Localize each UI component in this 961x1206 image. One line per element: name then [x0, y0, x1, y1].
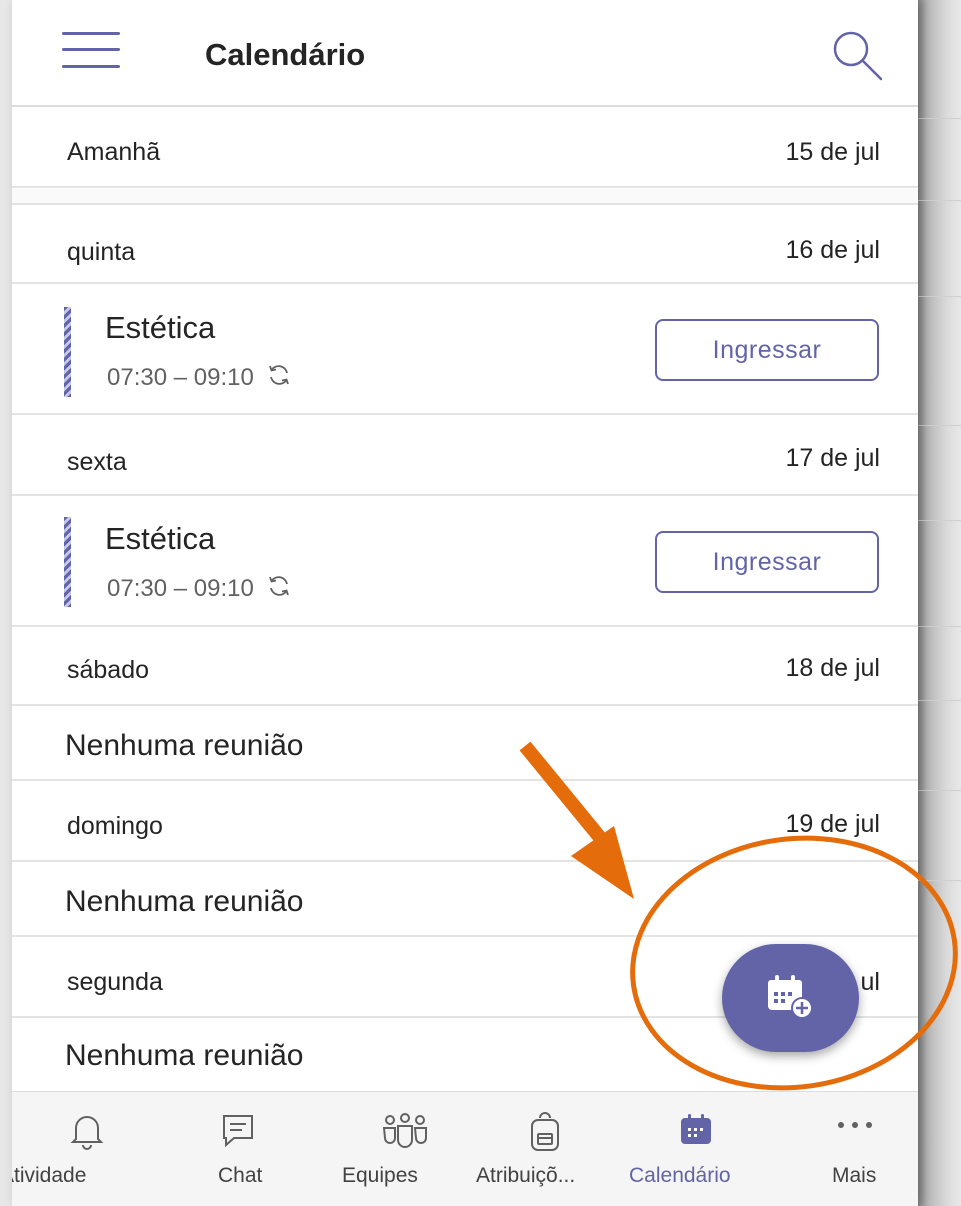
- day-header: sexta 17 de jul: [12, 416, 918, 496]
- calendar-icon: [681, 1114, 711, 1144]
- day-label: sábado: [67, 656, 150, 684]
- phone-screen: Calendário Amanhã 15 de jul quinta 16 de…: [12, 0, 918, 1206]
- meeting-item[interactable]: Estética 07:30 – 09:10 Ingressar: [12, 285, 918, 415]
- day-label: segunda: [67, 968, 163, 996]
- join-button[interactable]: Ingressar: [655, 319, 879, 381]
- nav-label: Calendário: [629, 1164, 731, 1187]
- day-label: Amanhã: [67, 138, 161, 166]
- nav-label: Atividade: [12, 1164, 87, 1187]
- nav-atribuicoes[interactable]: Atribuiçõ...: [474, 1092, 624, 1206]
- page-title: Calendário: [205, 37, 366, 72]
- separator: [12, 189, 918, 205]
- no-meeting-text: Nenhuma reunião: [65, 729, 304, 762]
- meeting-item[interactable]: Estética 07:30 – 09:10 Ingressar: [12, 497, 918, 627]
- event-color-bar: [64, 307, 71, 397]
- nav-label: Mais: [832, 1164, 877, 1187]
- join-button[interactable]: Ingressar: [655, 531, 879, 593]
- day-header: quinta 16 de jul: [12, 206, 918, 284]
- meeting-time: 07:30 – 09:10: [107, 573, 292, 603]
- new-meeting-calendar-icon: [768, 975, 813, 1019]
- nav-label: Atribuiçõ...: [476, 1164, 576, 1187]
- day-date: 16 de jul: [785, 236, 880, 264]
- day-label: quinta: [67, 238, 136, 266]
- hamburger-menu-icon[interactable]: [62, 28, 120, 72]
- sync-icon: [269, 365, 290, 385]
- nav-label: Equipes: [342, 1164, 418, 1187]
- nav-mais[interactable]: Mais: [802, 1092, 912, 1206]
- background-strip: [918, 0, 961, 1206]
- meeting-time: 07:30 – 09:10: [107, 362, 292, 392]
- day-header: Amanhã 15 de jul: [12, 108, 918, 188]
- day-date: 18 de jul: [785, 654, 880, 682]
- meeting-time-text: 07:30 – 09:10: [107, 575, 254, 602]
- app-header: Calendário: [12, 0, 918, 107]
- no-meeting-text: Nenhuma reunião: [65, 1039, 304, 1072]
- day-label: sexta: [67, 448, 127, 476]
- day-label: domingo: [67, 812, 163, 840]
- sync-icon: [269, 576, 290, 596]
- day-header: sábado 18 de jul: [12, 628, 918, 706]
- day-date: 15 de jul: [785, 138, 880, 166]
- bottom-nav: Atividade Chat Equipes: [12, 1091, 918, 1206]
- backpack-icon: [531, 1112, 559, 1151]
- nav-label: Chat: [218, 1164, 263, 1187]
- day-date: 19 de jul: [785, 810, 880, 838]
- new-meeting-button[interactable]: [722, 944, 859, 1052]
- day-header: domingo 19 de jul: [12, 782, 918, 862]
- search-icon[interactable]: [827, 25, 887, 85]
- nav-atividade[interactable]: Atividade: [12, 1092, 162, 1206]
- meeting-title: Estética: [105, 521, 216, 556]
- chat-icon: [223, 1115, 253, 1148]
- day-date: 17 de jul: [785, 444, 880, 472]
- nav-equipes[interactable]: Equipes: [342, 1092, 482, 1206]
- bell-icon: [70, 1116, 104, 1150]
- empty-day: Nenhuma reunião: [12, 863, 918, 937]
- day-date: ul: [860, 968, 880, 996]
- nav-chat[interactable]: Chat: [192, 1092, 312, 1206]
- meeting-time-text: 07:30 – 09:10: [107, 364, 254, 391]
- nav-calendario[interactable]: Calendário: [627, 1092, 767, 1206]
- meeting-title: Estética: [105, 310, 216, 345]
- teams-icon: [382, 1113, 427, 1148]
- event-color-bar: [64, 517, 71, 607]
- empty-day: Nenhuma reunião: [12, 707, 918, 781]
- more-icon: [838, 1122, 872, 1128]
- no-meeting-text: Nenhuma reunião: [65, 885, 304, 918]
